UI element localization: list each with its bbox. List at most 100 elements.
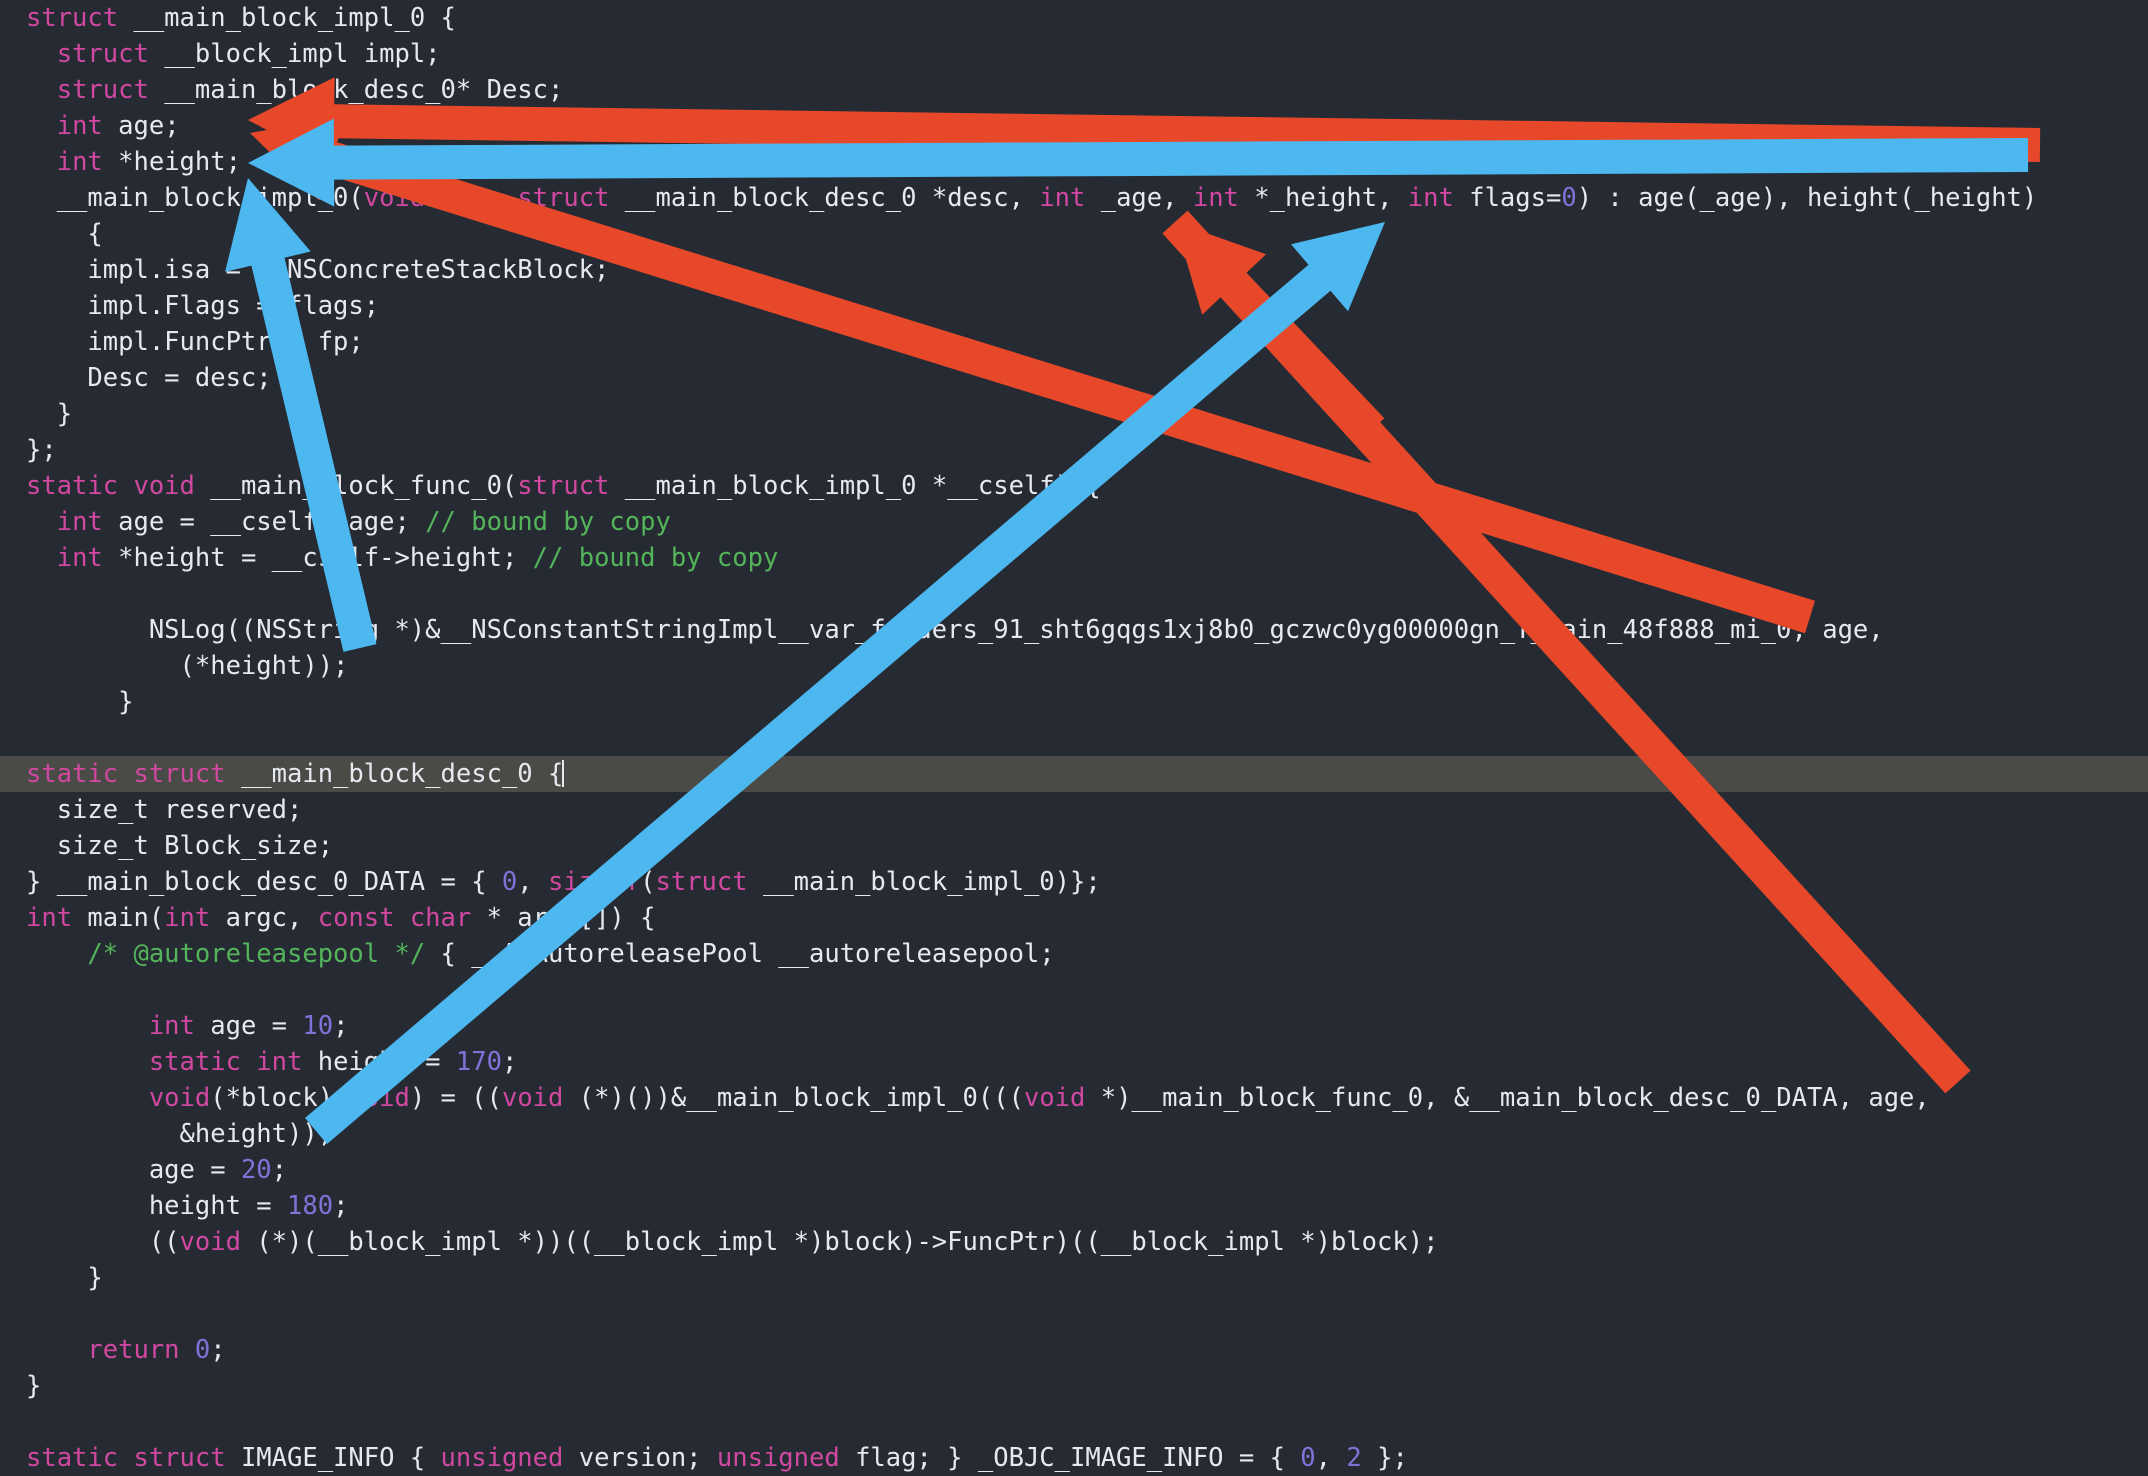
code-line[interactable]: size_t reserved; [0, 792, 2148, 828]
code-token-id: __main_block_func_0( [194, 471, 518, 501]
code-line[interactable]: } [0, 1260, 2148, 1296]
code-token-num: 20 [240, 1155, 272, 1185]
code-token-id: *height; [102, 147, 241, 177]
code-line[interactable]: (*height)); [0, 648, 2148, 684]
code-token-id: ; [501, 1047, 518, 1077]
code-token-cm: // bound by copy [532, 543, 779, 573]
code-token-num: 2 [1346, 1443, 1362, 1473]
code-token-kw: struct [56, 39, 149, 69]
code-token-id [180, 1335, 195, 1365]
code-token-id: }; [1361, 1443, 1408, 1473]
code-token-kw: int [56, 507, 103, 537]
code-line[interactable] [0, 1296, 2148, 1332]
code-token-id: ; [271, 1155, 288, 1185]
code-token-id [26, 543, 57, 573]
code-line[interactable]: static struct IMAGE_INFO { unsigned vers… [0, 1440, 2148, 1476]
code-line[interactable]: } [0, 396, 2148, 432]
code-token-id: ) : age(_age), height(_height) [1576, 183, 2038, 213]
code-line[interactable]: struct __block_impl impl; [0, 36, 2148, 72]
code-line[interactable]: }; [0, 432, 2148, 468]
code-line[interactable] [0, 972, 2148, 1008]
code-token-id: __main_block_impl_0( [26, 183, 364, 213]
code-line[interactable]: struct __main_block_desc_0* Desc; [0, 72, 2148, 108]
code-token-kw: int [56, 111, 103, 141]
code-token-id: size_t reserved; [26, 795, 303, 825]
code-token-num: 170 [455, 1047, 502, 1077]
code-token-id: main( [72, 903, 165, 933]
code-token-kw: void [363, 183, 426, 213]
code-line[interactable]: size_t Block_size; [0, 828, 2148, 864]
code-token-kw: int [56, 543, 103, 573]
code-line[interactable]: height = 180; [0, 1188, 2148, 1224]
code-line[interactable]: int *height = __cself->height; // bound … [0, 540, 2148, 576]
code-line[interactable] [0, 1404, 2148, 1440]
code-token-num: 180 [287, 1191, 334, 1221]
code-line[interactable]: int main(int argc, const char * argv[]) … [0, 900, 2148, 936]
code-line[interactable]: ((void (*)(__block_impl *))((__block_imp… [0, 1224, 2148, 1260]
code-line[interactable]: } [0, 684, 2148, 720]
code-token-id: } [26, 399, 73, 429]
code-token-id [26, 111, 57, 141]
code-line[interactable]: /* @autoreleasepool */ { __AtAutorelease… [0, 936, 2148, 972]
code-token-kw: struct [517, 183, 610, 213]
code-line[interactable]: static struct __main_block_desc_0 { [0, 756, 2148, 792]
code-line[interactable] [0, 720, 2148, 756]
code-token-id: IMAGE_INFO { [225, 1443, 441, 1473]
code-line[interactable]: } __main_block_desc_0_DATA = { 0, sizeof… [0, 864, 2148, 900]
code-token-kw: int [1407, 183, 1454, 213]
code-line[interactable]: impl.isa = &_NSConcreteStackBlock; [0, 252, 2148, 288]
code-token-id [26, 1083, 149, 1113]
code-line[interactable]: int *height; [0, 144, 2148, 180]
code-token-id: } [26, 687, 134, 717]
code-token-kw: sizeof [548, 867, 641, 897]
code-line[interactable]: int age; [0, 108, 2148, 144]
code-line[interactable]: NSLog((NSString *)&__NSConstantStringImp… [0, 612, 2148, 648]
code-line[interactable]: impl.Flags = flags; [0, 288, 2148, 324]
code-token-kw: static void [26, 471, 195, 501]
source-code-view[interactable]: struct __main_block_impl_0 { struct __bl… [0, 0, 2148, 1473]
code-token-id: impl.FuncPtr = fp; [26, 327, 364, 357]
code-token-kw: struct [26, 3, 119, 33]
code-line[interactable]: static int height = 170; [0, 1044, 2148, 1080]
code-line[interactable]: age = 20; [0, 1152, 2148, 1188]
code-line[interactable]: Desc = desc; [0, 360, 2148, 396]
code-token-id: *height = __cself->height; [102, 543, 533, 573]
code-line[interactable]: static void __main_block_func_0(struct _… [0, 468, 2148, 504]
code-line[interactable]: struct __main_block_impl_0 { [0, 0, 2148, 36]
code-token-id: ; [333, 1011, 349, 1041]
code-token-kw: void [348, 1083, 410, 1113]
code-token-id: __main_block_desc_0 { [225, 759, 564, 789]
code-token-kw: int [56, 147, 103, 177]
code-token-kw: void [1023, 1083, 1086, 1113]
code-token-id [26, 1011, 149, 1041]
code-token-id: * argv[]) { [471, 903, 656, 933]
code-line[interactable]: __main_block_impl_0(void *fp, struct __m… [0, 180, 2148, 216]
code-line[interactable]: int age = __cself->age; // bound by copy [0, 504, 2148, 540]
code-token-kw: unsigned [716, 1443, 840, 1473]
code-token-kw: struct [56, 75, 149, 105]
code-token-id [26, 147, 57, 177]
code-token-id: __main_block_desc_0 *desc, [609, 183, 1040, 213]
code-line[interactable]: int age = 10; [0, 1008, 2148, 1044]
code-token-id: ( [640, 867, 656, 897]
code-token-id: impl.isa = &_NSConcreteStackBlock; [26, 255, 610, 285]
code-token-id: age; [102, 111, 180, 141]
code-line[interactable]: void(*block)(void) = ((void (*)())&__mai… [0, 1080, 2148, 1116]
code-token-id: _age, [1085, 183, 1193, 213]
code-line[interactable]: } [0, 1368, 2148, 1404]
code-token-id: Desc = desc; [26, 363, 272, 393]
code-line[interactable]: impl.FuncPtr = fp; [0, 324, 2148, 360]
text-cursor [562, 760, 565, 787]
code-line[interactable]: &height)); [0, 1116, 2148, 1152]
code-token-id: { [26, 219, 103, 249]
code-line[interactable]: { [0, 216, 2148, 252]
code-token-id: flags= [1453, 183, 1562, 213]
code-token-id [26, 75, 57, 105]
code-token-id: } [26, 1371, 42, 1401]
code-token-kw: void [501, 1083, 564, 1113]
code-line[interactable] [0, 576, 2148, 612]
code-token-id: *)__main_block_func_0, &__main_block_des… [1085, 1083, 1930, 1113]
code-line[interactable]: return 0; [0, 1332, 2148, 1368]
code-token-id: (*)(__block_impl *))((__block_impl *)blo… [240, 1227, 1439, 1257]
code-token-id: } [26, 1263, 103, 1293]
